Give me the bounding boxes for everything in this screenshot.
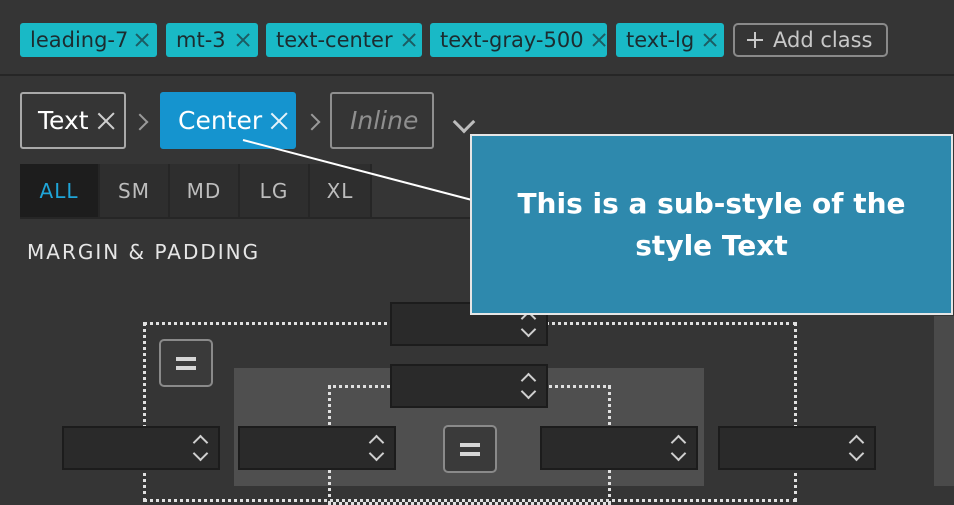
tooltip-text: This is a sub-style of the style Text [517, 186, 906, 262]
tooltip: This is a sub-style of the style Text [470, 134, 953, 315]
